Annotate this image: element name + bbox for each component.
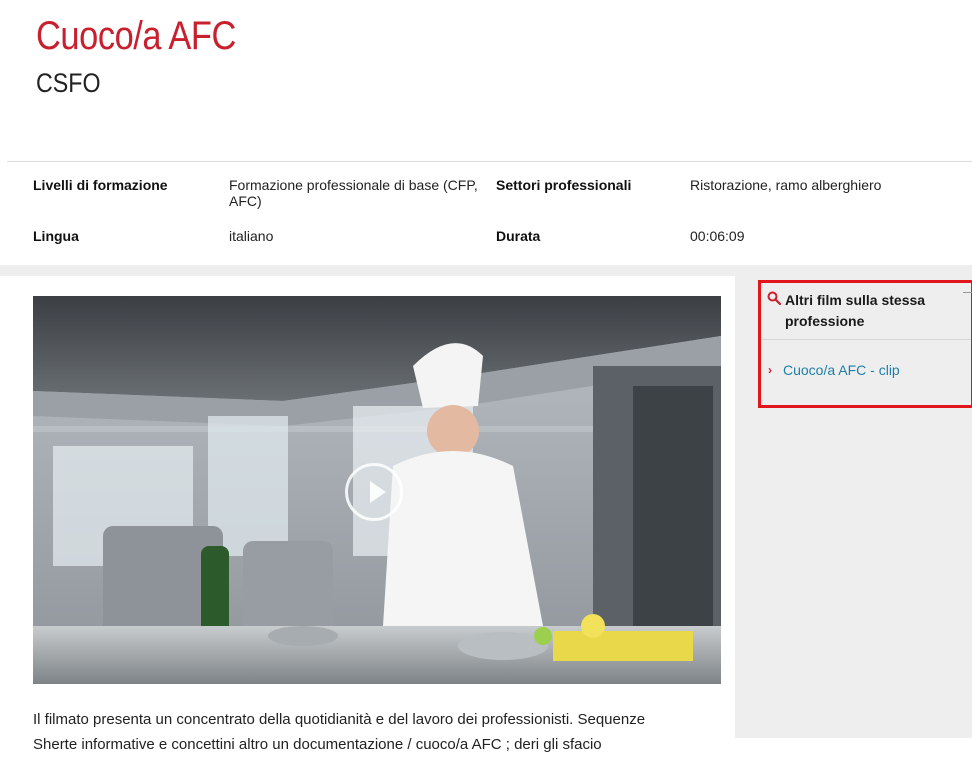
- related-films-title: Altri film sulla stessa professione: [785, 292, 926, 329]
- sectors-value: Ristorazione, ramo alberghiero: [690, 177, 882, 193]
- search-icon: [767, 291, 781, 305]
- play-button[interactable]: [345, 463, 403, 521]
- duration-label: Durata: [496, 228, 541, 244]
- levels-value-line2: AFC): [229, 193, 262, 209]
- description-line-2: Sherte informative e concettini altro un…: [33, 736, 602, 753]
- info-divider: [7, 161, 972, 162]
- related-film-link[interactable]: Cuoco/a AFC - clip: [783, 362, 900, 378]
- related-films-box: Altri film sulla stessa professione › Cu…: [758, 280, 972, 408]
- language-value: italiano: [229, 228, 274, 244]
- levels-value: Formazione professionale di base (CFP, A…: [229, 177, 478, 209]
- language-label: Lingua: [33, 228, 79, 244]
- page-subtitle: CSFO: [36, 68, 101, 98]
- collapse-icon[interactable]: [963, 292, 972, 293]
- chevron-right-icon: ›: [768, 363, 772, 377]
- sectors-label: Settori professionali: [496, 177, 632, 193]
- levels-value-line1: Formazione professionale di base (CFP,: [229, 177, 478, 193]
- section-band: [0, 265, 972, 276]
- video-description: Il filmato presenta un concentrato della…: [33, 707, 733, 757]
- levels-label: Livelli di formazione: [33, 177, 168, 193]
- duration-value: 00:06:09: [690, 228, 745, 244]
- description-line-1: Il filmato presenta un concentrato della…: [33, 711, 646, 728]
- page-title: Cuoco/a AFC: [36, 14, 236, 58]
- related-films-header[interactable]: Altri film sulla stessa professione: [761, 283, 972, 340]
